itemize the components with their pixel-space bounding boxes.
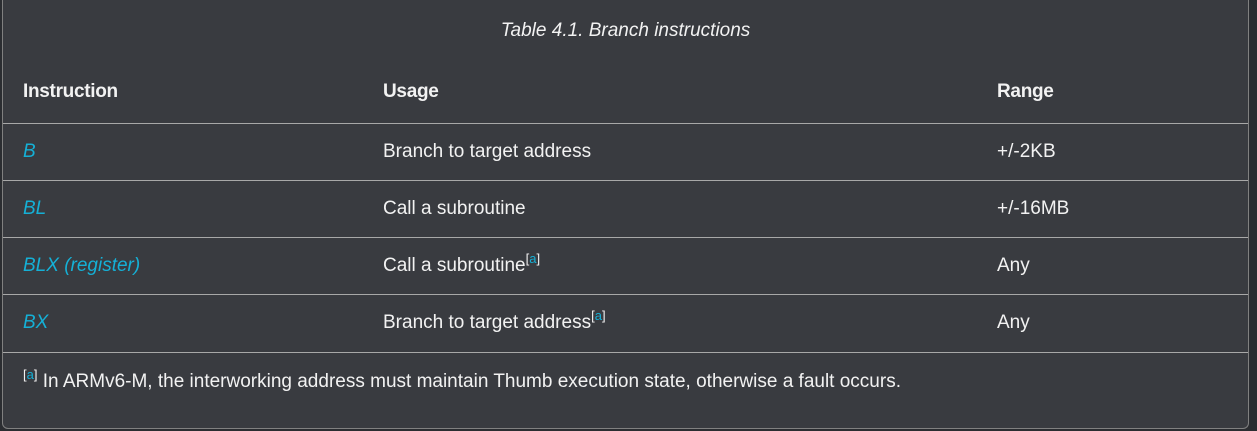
footnote-text: In ARMv6-M, the interworking address mus… xyxy=(42,371,901,392)
range-cell: +/-2KB xyxy=(997,141,1056,162)
range-cell: +/-16MB xyxy=(997,198,1070,219)
footnote-marker: [a] xyxy=(23,367,38,382)
table-row: BL Call a subroutine +/-16MB xyxy=(3,180,1248,238)
instruction-link-bx[interactable]: BX xyxy=(23,312,48,333)
usage-cell: Branch to target address[a] xyxy=(363,295,977,352)
instruction-link-bl[interactable]: BL xyxy=(23,198,46,219)
instruction-cell: B xyxy=(3,124,363,181)
footnote-ref-link[interactable]: a xyxy=(595,308,602,323)
range-cell: Any xyxy=(997,312,1030,333)
header-instruction: Instruction xyxy=(23,80,118,102)
footnote-ref-link[interactable]: a xyxy=(529,251,536,266)
table-caption: Table 4.1. Branch instructions xyxy=(500,20,751,41)
footnote-marker-link[interactable]: a xyxy=(27,367,34,382)
instruction-link-b[interactable]: B xyxy=(23,141,36,162)
usage-cell: Branch to target address xyxy=(383,141,592,162)
instruction-link-blx[interactable]: BLX (register) xyxy=(23,255,140,276)
usage-text: Call a subroutine xyxy=(383,255,526,276)
instruction-cell: BLX (register) xyxy=(3,238,363,295)
instruction-cell: BL xyxy=(3,181,363,238)
branch-instructions-table: Instruction Usage Range B Branch to targ… xyxy=(3,60,1248,351)
usage-cell: Call a subroutine xyxy=(383,198,526,219)
table-row: B Branch to target address +/-2KB xyxy=(3,123,1248,181)
instruction-cell: BX xyxy=(3,295,363,352)
table-row: BX Branch to target address[a] Any xyxy=(3,294,1248,352)
table-header-row: Instruction Usage Range xyxy=(3,60,1248,124)
table-row: BLX (register) Call a subroutine[a] Any xyxy=(3,237,1248,295)
table-footnote: [a] In ARMv6-M, the interworking address… xyxy=(3,352,1248,393)
table-container: Table 4.1. Branch instructions Instructi… xyxy=(2,0,1249,429)
header-usage: Usage xyxy=(383,80,439,102)
range-cell: Any xyxy=(997,255,1030,276)
usage-cell: Call a subroutine[a] xyxy=(363,238,977,295)
footnote-ref: [a] xyxy=(525,251,541,266)
usage-text: Branch to target address xyxy=(383,312,592,333)
footnote-ref: [a] xyxy=(591,308,606,323)
header-range: Range xyxy=(997,80,1054,102)
